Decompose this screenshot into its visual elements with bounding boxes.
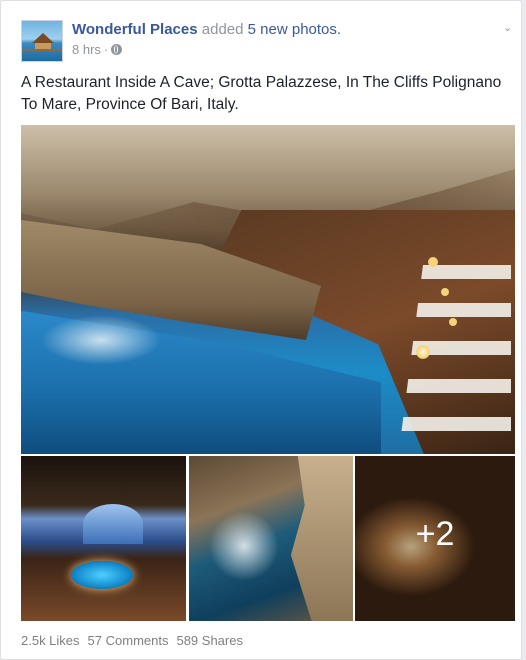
photos-link[interactable]: 5 new photos. xyxy=(248,21,341,38)
chevron-down-icon[interactable]: ⌄ xyxy=(503,21,513,34)
post-meta: 8 hrs · xyxy=(72,42,123,57)
photo-main[interactable] xyxy=(21,125,515,454)
avatar-hut-roof xyxy=(32,33,54,43)
wave-splash xyxy=(209,511,279,581)
lit-table xyxy=(71,561,133,589)
globe-icon[interactable] xyxy=(111,44,123,55)
comments-count[interactable]: 57 Comments xyxy=(88,633,169,648)
feed-post: Wonderful Places added 5 new photos. ⌄ 8… xyxy=(0,0,522,660)
more-photos-count[interactable]: +2 xyxy=(355,456,515,621)
timestamp[interactable]: 8 hrs xyxy=(72,42,101,57)
terrace-lamps xyxy=(416,345,430,359)
photo-thumb-3[interactable]: +2 xyxy=(355,456,515,621)
page-avatar[interactable] xyxy=(21,20,63,62)
shares-count[interactable]: 589 Shares xyxy=(176,633,243,648)
avatar-pier xyxy=(22,49,62,51)
action-text: added xyxy=(201,21,244,38)
wave-foam xyxy=(41,315,161,365)
post-header: Wonderful Places added 5 new photos. xyxy=(72,21,341,39)
author-link[interactable]: Wonderful Places xyxy=(72,21,198,38)
photo-thumb-2[interactable] xyxy=(189,456,353,621)
post-caption: A Restaurant Inside A Cave; Grotta Palaz… xyxy=(21,74,502,113)
cliff-wall xyxy=(290,456,353,621)
post-stats: 2.5k Likes 57 Comments 589 Shares xyxy=(21,633,243,648)
meta-separator: · xyxy=(103,42,109,57)
photo-thumb-1[interactable] xyxy=(21,456,186,621)
cave-arch xyxy=(83,504,143,544)
likes-count[interactable]: 2.5k Likes xyxy=(21,633,80,648)
